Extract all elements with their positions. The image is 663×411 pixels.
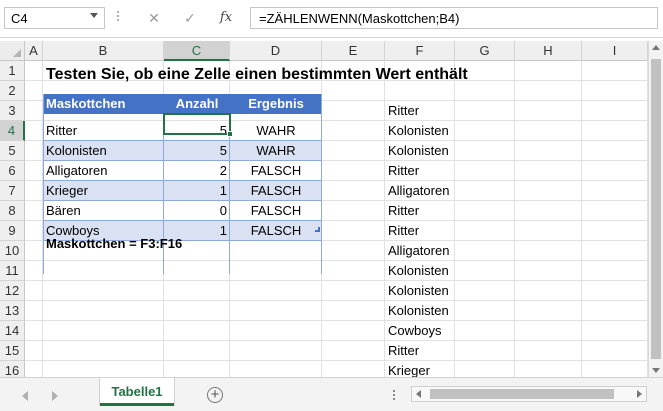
- name-box[interactable]: C4: [4, 7, 105, 29]
- table-cell-count[interactable]: 2: [164, 161, 230, 181]
- column-header-h[interactable]: H: [515, 41, 582, 61]
- row-header-9[interactable]: 9: [0, 221, 25, 241]
- enter-icon[interactable]: ✓: [178, 7, 202, 29]
- table-resize-handle[interactable]: [315, 227, 320, 232]
- list-item-mascot[interactable]: Kolonisten: [385, 141, 475, 161]
- sheet-title[interactable]: Testen Sie, ob eine Zelle einen bestimmt…: [43, 65, 523, 85]
- insert-function-icon[interactable]: fx: [214, 7, 238, 29]
- sheet-tab-tabelle1[interactable]: Tabelle1: [100, 378, 174, 406]
- table-cell-result[interactable]: FALSCH: [230, 201, 322, 221]
- table-cell-mascot[interactable]: Ritter: [43, 121, 164, 141]
- formula-bar: C4 ✕ ✓ fx =ZÄHLENWENN(Maskottchen;B4): [0, 0, 663, 38]
- cancel-icon[interactable]: ✕: [142, 7, 166, 29]
- gridline-vertical: [514, 61, 515, 377]
- row-header-15[interactable]: 15: [0, 341, 25, 361]
- gridline-horizontal: [25, 320, 648, 321]
- list-item-mascot[interactable]: Alligatoren: [385, 181, 475, 201]
- list-item-mascot[interactable]: Kolonisten: [385, 301, 475, 321]
- sheet-tab-bar: Tabelle1 +: [0, 377, 663, 411]
- active-cell-selection: [163, 113, 231, 135]
- horizontal-scrollbar[interactable]: [411, 386, 647, 402]
- list-item-mascot[interactable]: Kolonisten: [385, 121, 475, 141]
- add-sheet-icon[interactable]: +: [207, 387, 223, 403]
- named-range-note[interactable]: Maskottchen = F3:F16: [43, 234, 243, 254]
- table-cell-result[interactable]: FALSCH: [230, 221, 322, 241]
- row-header-16[interactable]: 16: [0, 361, 25, 377]
- list-item-mascot[interactable]: Kolonisten: [385, 261, 475, 281]
- scroll-up-icon[interactable]: [652, 45, 660, 50]
- list-item-mascot[interactable]: Ritter: [385, 161, 475, 181]
- horizontal-scroll-thumb[interactable]: [430, 389, 614, 399]
- scroll-down-icon[interactable]: [652, 368, 660, 373]
- row-header-6[interactable]: 6: [0, 161, 25, 181]
- list-item-mascot[interactable]: Alligatoren: [385, 241, 475, 261]
- table-cell-mascot[interactable]: Krieger: [43, 181, 164, 201]
- list-item-mascot[interactable]: Kolonisten: [385, 281, 475, 301]
- scroll-left-icon[interactable]: [416, 390, 421, 398]
- column-header-i[interactable]: I: [582, 41, 648, 61]
- chevron-down-icon[interactable]: [90, 13, 98, 18]
- row-header-14[interactable]: 14: [0, 321, 25, 341]
- formula-bar-grip-icon: [117, 9, 120, 27]
- table-cell-result[interactable]: FALSCH: [230, 161, 322, 181]
- column-header-b[interactable]: B: [43, 41, 164, 61]
- name-box-value: C4: [11, 11, 28, 26]
- formula-buttons: ✕ ✓ fx: [134, 7, 244, 29]
- list-item-mascot[interactable]: Krieger: [385, 361, 475, 377]
- previous-sheet-icon[interactable]: [22, 391, 28, 401]
- list-item-mascot[interactable]: Ritter: [385, 201, 475, 221]
- row-header-8[interactable]: 8: [0, 201, 25, 221]
- table-cell-result[interactable]: FALSCH: [230, 181, 322, 201]
- table-header-result[interactable]: Ergebnis: [230, 94, 322, 114]
- spreadsheet-grid[interactable]: Testen Sie, ob eine Zelle einen bestimmt…: [0, 41, 663, 377]
- row-header-4[interactable]: 4: [0, 121, 25, 141]
- row-header-1[interactable]: 1: [0, 61, 25, 81]
- list-item-mascot[interactable]: Ritter: [385, 221, 475, 241]
- row-header-13[interactable]: 13: [0, 301, 25, 321]
- table-cell-mascot[interactable]: Kolonisten: [43, 141, 164, 161]
- scroll-right-icon[interactable]: [637, 390, 642, 398]
- table-header-count[interactable]: Anzahl: [164, 94, 230, 114]
- list-item-mascot[interactable]: Cowboys: [385, 321, 475, 341]
- table-cell-result[interactable]: WAHR: [230, 121, 322, 141]
- gridline-horizontal: [25, 300, 648, 301]
- column-header-c[interactable]: C: [164, 41, 230, 61]
- list-item-mascot[interactable]: Ritter: [385, 341, 475, 361]
- table-cell-count[interactable]: 5: [164, 141, 230, 161]
- row-header-5[interactable]: 5: [0, 141, 25, 161]
- column-header-a[interactable]: A: [25, 41, 43, 61]
- row-header-12[interactable]: 12: [0, 281, 25, 301]
- next-sheet-icon[interactable]: [52, 391, 58, 401]
- row-header-2[interactable]: 2: [0, 81, 25, 101]
- table-cell-mascot[interactable]: Alligatoren: [43, 161, 164, 181]
- list-item-mascot[interactable]: Ritter: [385, 101, 475, 121]
- gridline-horizontal: [25, 360, 648, 361]
- table-cell-result[interactable]: WAHR: [230, 141, 322, 161]
- table-border: [321, 94, 322, 274]
- table-cell-mascot[interactable]: Bären: [43, 201, 164, 221]
- select-all-button[interactable]: [0, 41, 25, 61]
- row-header-3[interactable]: 3: [0, 101, 25, 121]
- gridline-vertical: [581, 61, 582, 377]
- gridline-horizontal: [25, 260, 648, 261]
- column-header-e[interactable]: E: [322, 41, 385, 61]
- row-header-10[interactable]: 10: [0, 241, 25, 261]
- tab-split-grip-icon[interactable]: [393, 390, 397, 402]
- gridline-horizontal: [25, 340, 648, 341]
- gridline-horizontal: [25, 280, 648, 281]
- table-header-mascot[interactable]: Maskottchen: [43, 94, 164, 114]
- row-header-11[interactable]: 11: [0, 261, 25, 281]
- fill-handle[interactable]: [227, 131, 233, 137]
- table-cell-count[interactable]: 0: [164, 201, 230, 221]
- row-header-7[interactable]: 7: [0, 181, 25, 201]
- column-header-g[interactable]: G: [455, 41, 515, 61]
- table-cell-count[interactable]: 1: [164, 181, 230, 201]
- vertical-scroll-thumb[interactable]: [651, 59, 661, 359]
- vertical-scrollbar[interactable]: [648, 41, 663, 377]
- formula-text: =ZÄHLENWENN(Maskottchen;B4): [259, 11, 460, 26]
- column-header-f[interactable]: F: [385, 41, 455, 61]
- column-header-d[interactable]: D: [230, 41, 322, 61]
- formula-input[interactable]: =ZÄHLENWENN(Maskottchen;B4): [250, 7, 658, 29]
- select-all-icon: [13, 49, 21, 57]
